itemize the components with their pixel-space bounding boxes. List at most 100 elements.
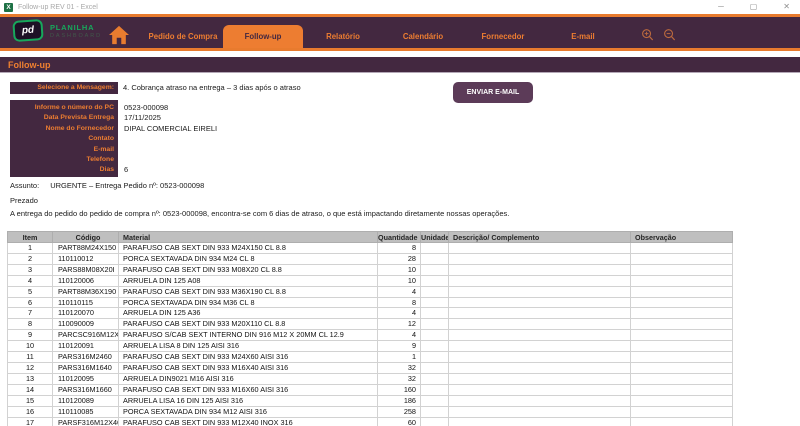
cell-codigo[interactable]: 110120070 [53, 308, 119, 319]
cell-observacao[interactable] [631, 297, 733, 308]
cell-descricao[interactable] [449, 341, 631, 352]
cell-material[interactable]: PARAFUSO CAB SEXT DIN 933 M16X60 AISI 31… [119, 384, 378, 395]
cell-unidade[interactable] [421, 264, 449, 275]
maximize-icon[interactable]: ▢ [750, 1, 758, 13]
cell-material[interactable]: PARAFUSO CAB SEXT DIN 933 M24X60 AISI 31… [119, 352, 378, 363]
message-dropdown[interactable]: 4. Cobrança atraso na entrega – 3 dias a… [123, 82, 301, 94]
phone-field[interactable] [124, 155, 444, 165]
cell-codigo[interactable]: 110120091 [53, 341, 119, 352]
cell-observacao[interactable] [631, 384, 733, 395]
cell-unidade[interactable] [421, 253, 449, 264]
cell-observacao[interactable] [631, 417, 733, 426]
cell-descricao[interactable] [449, 384, 631, 395]
cell-unidade[interactable] [421, 275, 449, 286]
cell-observacao[interactable] [631, 308, 733, 319]
cell-quantidade[interactable]: 4 [378, 286, 421, 297]
cell-item[interactable]: 4 [8, 275, 53, 286]
cell-item[interactable]: 1 [8, 243, 53, 254]
tab-pedido-de-compra[interactable]: Pedido de Compra [143, 25, 223, 48]
cell-item[interactable]: 16 [8, 406, 53, 417]
cell-observacao[interactable] [631, 243, 733, 254]
zoom-out-icon[interactable] [662, 28, 677, 43]
cell-descricao[interactable] [449, 243, 631, 254]
cell-codigo[interactable]: PARS316M1640 [53, 362, 119, 373]
cell-quantidade[interactable]: 1 [378, 352, 421, 363]
home-icon[interactable] [108, 25, 130, 45]
pc-number-field[interactable]: 0523-000098 [124, 103, 444, 113]
cell-item[interactable]: 17 [8, 417, 53, 426]
cell-item[interactable]: 5 [8, 286, 53, 297]
cell-observacao[interactable] [631, 319, 733, 330]
cell-quantidade[interactable]: 28 [378, 253, 421, 264]
cell-quantidade[interactable]: 32 [378, 373, 421, 384]
cell-material[interactable]: PORCA SEXTAVADA DIN 934 M24 CL 8 [119, 253, 378, 264]
cell-codigo[interactable]: PARCSC916M12X20 [53, 330, 119, 341]
cell-observacao[interactable] [631, 395, 733, 406]
cell-material[interactable]: PARAFUSO CAB SEXT DIN 933 M20X110 CL 8.8 [119, 319, 378, 330]
cell-item[interactable]: 2 [8, 253, 53, 264]
cell-quantidade[interactable]: 60 [378, 417, 421, 426]
cell-quantidade[interactable]: 186 [378, 395, 421, 406]
cell-descricao[interactable] [449, 373, 631, 384]
cell-item[interactable]: 13 [8, 373, 53, 384]
cell-unidade[interactable] [421, 243, 449, 254]
cell-codigo[interactable]: 110110012 [53, 253, 119, 264]
cell-descricao[interactable] [449, 275, 631, 286]
supplier-name-field[interactable]: DIPAL COMERCIAL EIRELI [124, 124, 444, 134]
cell-codigo[interactable]: PARS88M08X20I [53, 264, 119, 275]
cell-observacao[interactable] [631, 275, 733, 286]
cell-codigo[interactable]: 110120095 [53, 373, 119, 384]
cell-item[interactable]: 15 [8, 395, 53, 406]
cell-quantidade[interactable]: 4 [378, 330, 421, 341]
tab-fornecedor[interactable]: Fornecedor [463, 25, 543, 48]
cell-unidade[interactable] [421, 341, 449, 352]
cell-observacao[interactable] [631, 253, 733, 264]
cell-item[interactable]: 10 [8, 341, 53, 352]
cell-descricao[interactable] [449, 308, 631, 319]
cell-descricao[interactable] [449, 362, 631, 373]
cell-material[interactable]: PORCA SEXTAVADA DIN 934 M36 CL 8 [119, 297, 378, 308]
cell-codigo[interactable]: 110120006 [53, 275, 119, 286]
cell-observacao[interactable] [631, 286, 733, 297]
cell-item[interactable]: 3 [8, 264, 53, 275]
cell-unidade[interactable] [421, 384, 449, 395]
cell-item[interactable]: 11 [8, 352, 53, 363]
cell-codigo[interactable]: PARSF316M12X40 [53, 417, 119, 426]
cell-observacao[interactable] [631, 352, 733, 363]
cell-quantidade[interactable]: 9 [378, 341, 421, 352]
tab-calendario[interactable]: Calendário [383, 25, 463, 48]
cell-material[interactable]: PARAFUSO CAB SEXT DIN 933 M16X40 AISI 31… [119, 362, 378, 373]
tab-email[interactable]: E-mail [543, 25, 623, 48]
cell-quantidade[interactable]: 258 [378, 406, 421, 417]
cell-quantidade[interactable]: 10 [378, 264, 421, 275]
cell-quantidade[interactable]: 8 [378, 243, 421, 254]
cell-quantidade[interactable]: 4 [378, 308, 421, 319]
cell-codigo[interactable]: PARS316M1660 [53, 384, 119, 395]
cell-codigo[interactable]: PARS316M2460 [53, 352, 119, 363]
delivery-date-field[interactable]: 17/11/2025 [124, 113, 444, 123]
cell-codigo[interactable]: 110090009 [53, 319, 119, 330]
cell-material[interactable]: PARAFUSO S/CAB SEXT INTERNO DIN 916 M12 … [119, 330, 378, 341]
email-field[interactable] [124, 145, 444, 155]
cell-material[interactable]: PARAFUSO CAB SEXT DIN 933 M36X190 CL 8.8 [119, 286, 378, 297]
cell-codigo[interactable]: 110110115 [53, 297, 119, 308]
cell-observacao[interactable] [631, 362, 733, 373]
contact-field[interactable] [124, 134, 444, 144]
cell-material[interactable]: ARRUELA LISA 16 DIN 125 AISI 316 [119, 395, 378, 406]
cell-unidade[interactable] [421, 286, 449, 297]
cell-codigo[interactable]: 110120089 [53, 395, 119, 406]
cell-item[interactable]: 14 [8, 384, 53, 395]
send-email-button[interactable]: ENVIAR E-MAIL [453, 82, 533, 103]
cell-quantidade[interactable]: 12 [378, 319, 421, 330]
cell-descricao[interactable] [449, 395, 631, 406]
cell-descricao[interactable] [449, 406, 631, 417]
cell-descricao[interactable] [449, 297, 631, 308]
cell-quantidade[interactable]: 32 [378, 362, 421, 373]
cell-unidade[interactable] [421, 297, 449, 308]
cell-material[interactable]: PARAFUSO CAB SEXT DIN 933 M12X40 INOX 31… [119, 417, 378, 426]
cell-descricao[interactable] [449, 253, 631, 264]
cell-codigo[interactable]: PART88M36X190 [53, 286, 119, 297]
cell-material[interactable]: PORCA SEXTAVADA DIN 934 M12 AISI 316 [119, 406, 378, 417]
cell-codigo[interactable]: 110110085 [53, 406, 119, 417]
cell-item[interactable]: 12 [8, 362, 53, 373]
